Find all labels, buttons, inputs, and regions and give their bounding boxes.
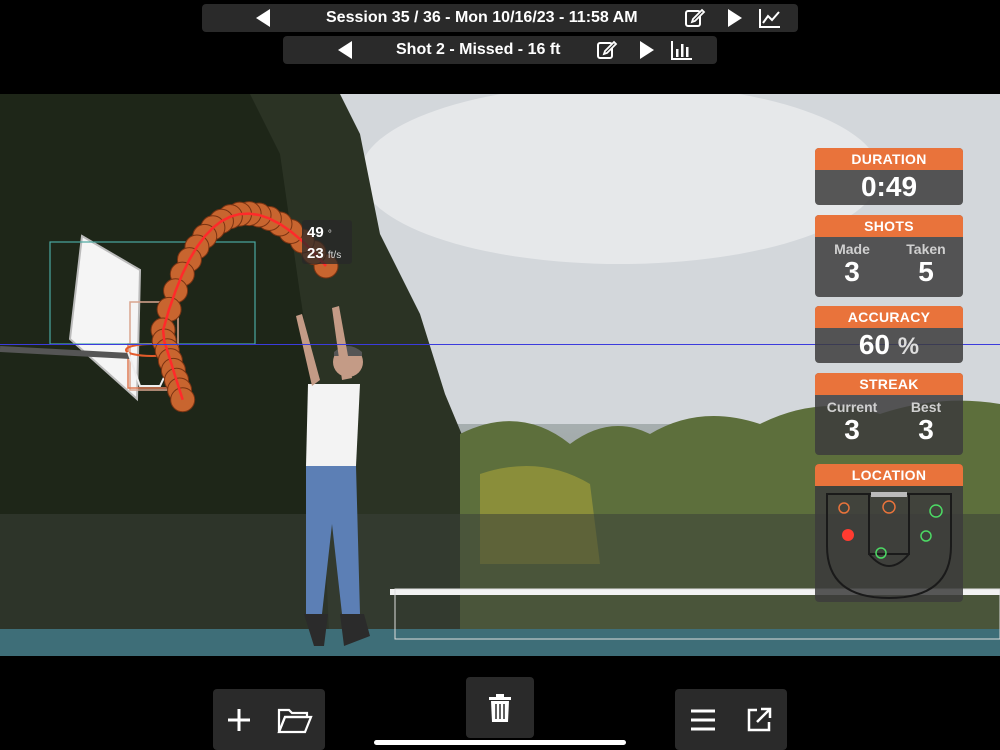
edit-session-icon[interactable] — [684, 7, 706, 29]
made-value: 3 — [844, 256, 860, 287]
session-title: Session 35 / 36 - Mon 10/16/23 - 11:58 A… — [326, 9, 638, 26]
location-card: LOCATION — [815, 464, 963, 602]
streak-header: STREAK — [815, 373, 963, 395]
shots-header: SHOTS — [815, 215, 963, 237]
shot-title: Shot 2 - Missed - 16 ft — [396, 41, 561, 58]
accuracy-unit: % — [897, 333, 920, 360]
duration-header: DURATION — [815, 148, 963, 170]
speed-unit: ft/s — [327, 250, 342, 261]
best-streak-value: 3 — [918, 414, 934, 445]
folder-icon[interactable] — [276, 706, 313, 734]
toolbar-right-group — [675, 689, 787, 750]
taken-label: Taken — [906, 241, 946, 257]
shots-card: SHOTS Made 3 Taken 5 — [815, 215, 963, 297]
made-label: Made — [834, 241, 870, 257]
toolbar-left-group — [213, 689, 325, 750]
shot-marker-missed[interactable] — [882, 500, 896, 514]
shot-marker-made[interactable] — [920, 530, 932, 542]
duration-value: 0:49 — [860, 171, 918, 202]
prev-session-icon[interactable] — [256, 9, 270, 27]
edit-shot-icon[interactable] — [596, 39, 618, 61]
trash-icon[interactable] — [487, 693, 513, 723]
session-nav-bar: Session 35 / 36 - Mon 10/16/23 - 11:58 A… — [202, 4, 798, 32]
shot-nav-bar: Shot 2 - Missed - 16 ft — [283, 36, 717, 64]
prev-shot-icon[interactable] — [338, 41, 352, 59]
duration-card: DURATION 0:49 — [815, 148, 963, 205]
location-header: LOCATION — [815, 464, 963, 486]
accuracy-header: ACCURACY — [815, 306, 963, 328]
best-streak-label: Best — [910, 399, 942, 415]
share-icon[interactable] — [745, 706, 773, 734]
taken-value: 5 — [918, 256, 934, 287]
release-angle-value: 49 — [307, 224, 324, 241]
shot-marker-current[interactable] — [842, 529, 854, 541]
current-streak-label: Current — [826, 399, 878, 415]
release-speed-value: 23 — [307, 245, 324, 262]
court-location-chart[interactable] — [815, 486, 963, 602]
shot-marker-missed[interactable] — [838, 502, 850, 514]
home-indicator[interactable] — [374, 740, 626, 745]
accuracy-card: ACCURACY 60 % — [815, 306, 963, 363]
line-chart-icon[interactable] — [758, 7, 782, 29]
shot-marker-made[interactable] — [929, 504, 943, 518]
toolbar-mid-group — [466, 677, 534, 738]
bar-chart-icon[interactable] — [670, 39, 694, 61]
next-shot-icon[interactable] — [640, 41, 655, 59]
menu-icon[interactable] — [689, 708, 717, 732]
add-icon[interactable] — [226, 707, 252, 733]
accuracy-value: 60 — [858, 329, 891, 360]
current-streak-value: 3 — [844, 414, 860, 445]
angle-unit: ° — [327, 229, 332, 240]
next-session-icon[interactable] — [727, 9, 742, 27]
streak-card: STREAK Current 3 Best 3 — [815, 373, 963, 455]
release-angle-speed-label: 49 ° 23 ft/s — [302, 220, 352, 264]
